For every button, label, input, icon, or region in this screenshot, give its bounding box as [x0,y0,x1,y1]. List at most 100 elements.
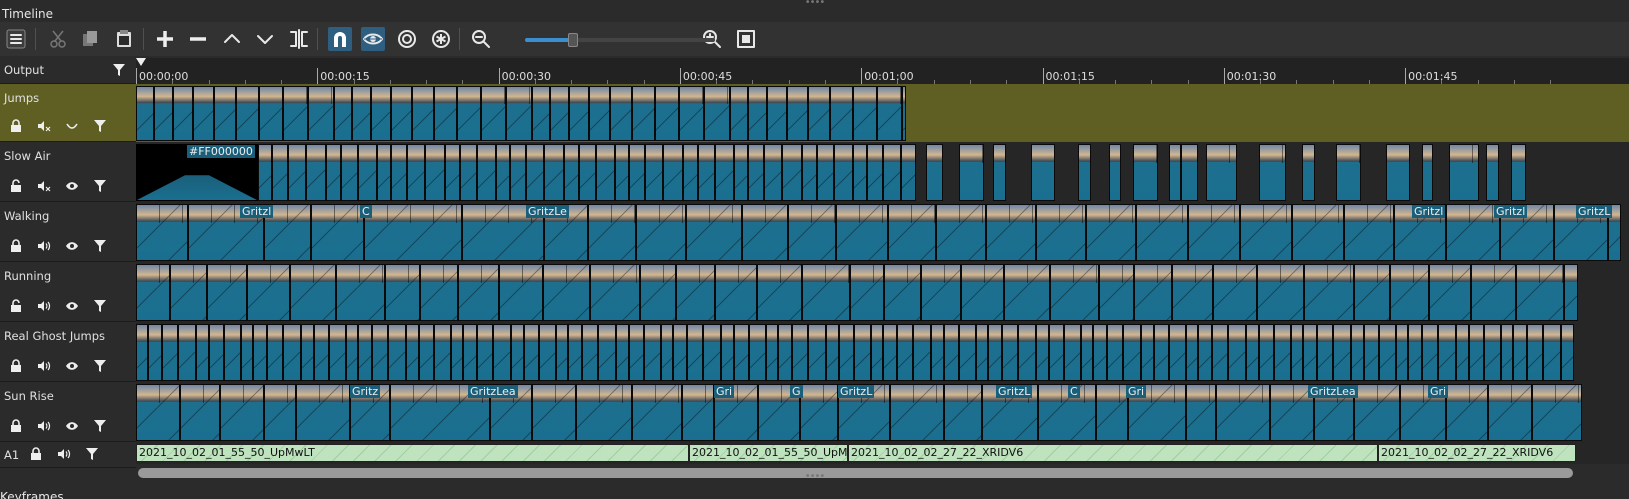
video-clip[interactable] [314,324,329,381]
video-clip[interactable] [1107,324,1123,381]
video-clip[interactable] [598,324,616,381]
video-clip[interactable] [1344,204,1394,261]
scrub-eye-button[interactable] [361,27,385,51]
video-clip[interactable] [364,204,462,261]
video-clip[interactable] [1354,264,1390,321]
video-clip[interactable] [926,144,943,201]
video-clip[interactable] [853,86,877,141]
video-clip[interactable] [1134,264,1172,321]
video-clip[interactable] [644,324,661,381]
video-clip[interactable] [308,86,334,141]
horizontal-scrollbar[interactable] [138,468,1573,478]
video-clip[interactable] [993,144,1006,201]
video-clip[interactable] [1354,384,1400,441]
filter-icon[interactable] [78,445,106,463]
video-clip[interactable] [419,324,434,381]
video-clip[interactable] [1093,324,1107,381]
video-clip[interactable] [1543,324,1561,381]
video-clip[interactable] [493,324,511,381]
video-clip[interactable] [944,324,959,381]
video-clip[interactable] [460,144,477,201]
video-clip[interactable] [749,324,766,381]
video-clip[interactable] [636,204,686,261]
video-clip[interactable] [1364,324,1379,381]
video-clip[interactable] [196,324,209,381]
ripple-button[interactable] [395,27,419,51]
video-clip[interactable] [1527,324,1543,381]
video-clip[interactable] [259,86,283,141]
video-clip[interactable] [311,204,364,261]
video-clip[interactable] [730,86,748,141]
zoom-slider-handle[interactable] [567,33,578,47]
video-clip[interactable] [1302,144,1315,201]
lock-icon[interactable] [2,117,30,135]
audio-clip[interactable]: 2021_10_02_02_27_22_XRIDV6 [848,444,1378,462]
video-clip[interactable] [136,324,148,381]
video-clip[interactable] [1213,264,1257,321]
paste-button[interactable] [112,27,136,51]
video-clip[interactable] [406,324,419,381]
video-clip[interactable] [839,324,854,381]
video-clip[interactable] [921,264,961,321]
video-clip[interactable] [1123,324,1141,381]
color-clip[interactable]: #FF000000 [136,144,258,201]
video-clip[interactable] [170,264,207,321]
video-clip[interactable] [180,384,220,441]
video-clip[interactable] [976,324,988,381]
video-clip[interactable] [1259,324,1274,381]
video-clip[interactable] [193,86,214,141]
video-clip[interactable] [510,144,526,201]
video-clip[interactable] [590,264,640,321]
video-clip[interactable] [877,86,902,141]
video-clip[interactable] [526,144,544,201]
video-clip[interactable] [352,86,371,141]
video-clip[interactable] [632,384,682,441]
video-clip[interactable] [1488,384,1532,441]
video-clip[interactable] [148,324,162,381]
video-clip[interactable] [1002,324,1018,381]
video-clip[interactable] [290,264,336,321]
video-clip[interactable] [1186,384,1216,441]
video-clip[interactable] [1228,324,1246,381]
video-clip[interactable] [936,204,986,261]
video-clip[interactable] [1212,324,1228,381]
composite-icon[interactable] [58,117,86,135]
filter-icon[interactable] [86,297,114,315]
video-clip[interactable] [173,86,193,141]
video-clip[interactable] [154,86,173,141]
video-clip[interactable] [830,86,853,141]
video-clip[interactable] [477,324,493,381]
ripple-all-button[interactable] [429,27,453,51]
video-clip[interactable] [836,204,888,261]
track-header-walking[interactable]: Walking [0,202,136,262]
video-clip[interactable] [986,204,1036,261]
video-clip[interactable] [1078,144,1091,201]
video-clip[interactable] [1240,204,1292,261]
video-clip[interactable] [407,144,425,201]
video-clip[interactable] [539,324,556,381]
video-clip[interactable] [336,264,385,321]
video-clip[interactable] [543,264,590,321]
eye-icon[interactable] [58,297,86,315]
video-clip[interactable] [704,86,730,141]
video-clip[interactable] [1456,324,1469,381]
video-clip[interactable] [901,144,916,201]
video-clip[interactable] [457,86,481,141]
video-clip[interactable] [241,324,253,381]
video-clip[interactable] [1532,384,1582,441]
video-clip[interactable] [589,86,610,141]
video-clip[interactable] [883,324,897,381]
video-clip[interactable] [1501,324,1513,381]
video-clip[interactable] [568,324,582,381]
track-jumps[interactable] [136,84,1629,142]
video-clip[interactable] [808,324,826,381]
video-clip[interactable] [1469,324,1484,381]
video-clip[interactable] [748,86,767,141]
video-clip[interactable] [884,264,921,321]
video-clip[interactable] [778,324,792,381]
video-clip[interactable] [1031,144,1055,201]
video-clip[interactable] [425,144,445,201]
filter-icon[interactable] [86,117,114,135]
video-clip[interactable] [258,144,272,201]
video-clip[interactable] [136,384,180,441]
